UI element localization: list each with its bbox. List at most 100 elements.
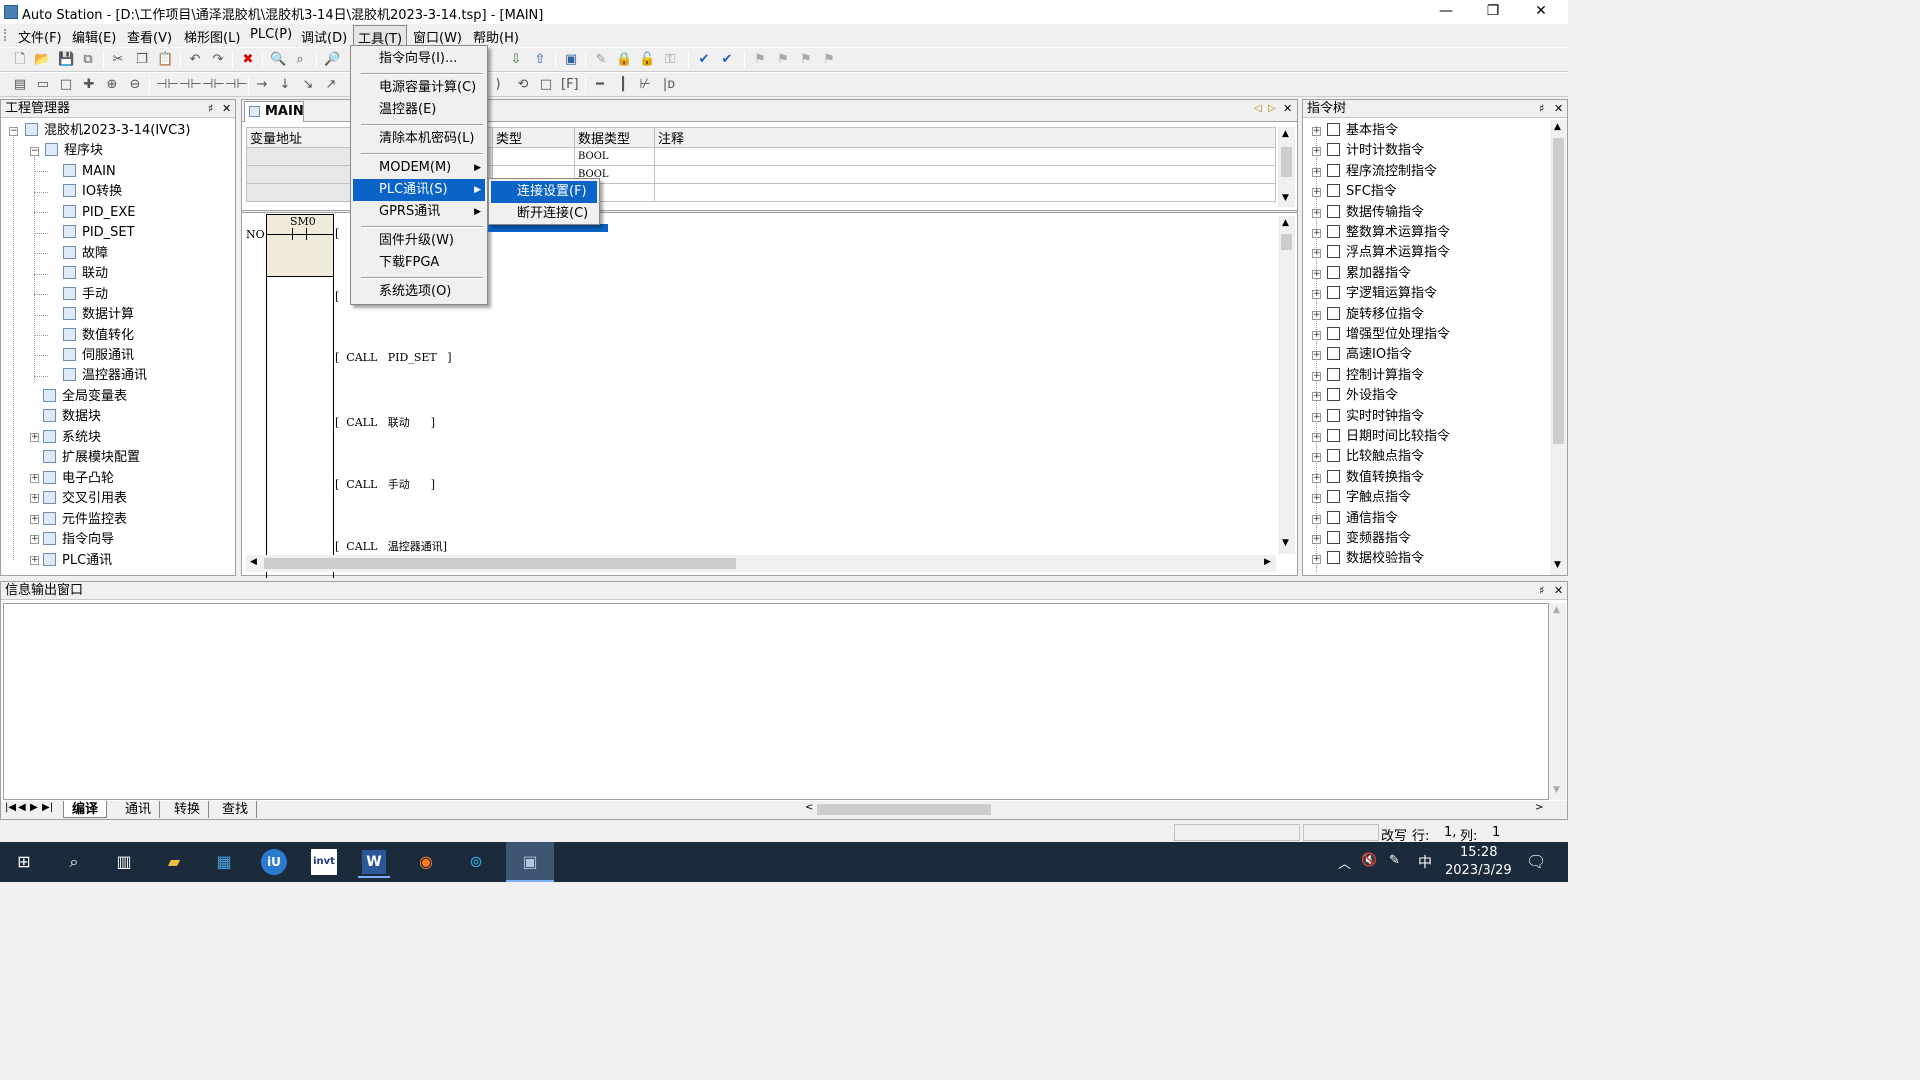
tree-item-servo-comm[interactable]: 伺服通讯 [63, 347, 134, 365]
force-icon[interactable]: ⚿ [662, 52, 678, 68]
branch-up-icon[interactable]: ↗ [323, 77, 339, 93]
ladder-view-icon[interactable]: ▤ [12, 77, 28, 93]
monitor-icon[interactable]: ▣ [563, 52, 579, 68]
instruction-list-icon[interactable]: ▭ [35, 77, 51, 93]
tab-scroll-left-icon[interactable]: ◁ [1254, 103, 1262, 114]
contact-pos-icon[interactable]: ⊣⊢ [202, 77, 225, 93]
tree-item-io[interactable]: IO转换 [63, 183, 122, 201]
tree-expand-toggle[interactable]: + [1312, 127, 1321, 136]
tree-system-block[interactable]: 系统块 [43, 429, 101, 447]
tab-compile[interactable]: 编译 [63, 801, 108, 818]
invt-app-icon[interactable]: iU [258, 846, 290, 878]
stop-icon[interactable]: ⚑ [775, 52, 791, 68]
ime-indicator[interactable]: 中 [1418, 852, 1432, 872]
copy-icon[interactable]: ❐ [134, 52, 150, 68]
upload-icon[interactable]: ⇧ [532, 52, 548, 68]
instr-tree-item[interactable]: 变频器指令 [1327, 530, 1411, 548]
output-horizontal-scrollbar[interactable]: < > [799, 801, 1551, 818]
tree-cam[interactable]: 电子凸轮 [43, 470, 114, 488]
menu-edit[interactable]: 编辑(E) [70, 27, 118, 46]
tab-close-icon[interactable]: ✕ [1283, 102, 1292, 115]
instr-tree-item[interactable]: 比较触点指令 [1327, 448, 1424, 466]
open-folder-icon[interactable]: 📂 [34, 52, 50, 68]
tab-main[interactable]: MAIN [244, 101, 304, 122]
hline-icon[interactable]: ━ [592, 77, 608, 93]
menu-item-clear-password[interactable]: 清除本机密码(L) [353, 128, 485, 150]
tree-global-vars[interactable]: 全局变量表 [43, 388, 127, 406]
tree-expand-toggle[interactable]: + [1312, 453, 1321, 463]
tree-item-temp-comm[interactable]: 温控器通讯 [63, 367, 147, 385]
tab-find[interactable]: 查找 [214, 801, 258, 818]
save-icon[interactable]: 💾 [58, 52, 74, 68]
menu-item-connection-settings[interactable]: 连接设置(F) [491, 181, 597, 203]
vline-icon[interactable]: ┃ [615, 77, 631, 93]
call-instruction[interactable]: [ CALL 温控器通讯] [335, 538, 447, 554]
tree-expand-toggle[interactable]: + [1312, 167, 1321, 177]
calculator-icon[interactable]: ▦ [208, 846, 240, 878]
tree-expand-toggle[interactable]: + [1312, 249, 1321, 259]
new-file-icon[interactable]: 🗋 [12, 52, 28, 68]
tree-item-main[interactable]: MAIN [63, 163, 116, 181]
menu-plc[interactable]: PLC(P) [248, 27, 294, 42]
clock-time[interactable]: 15:28 [1460, 845, 1497, 860]
instr-tree-item[interactable]: 数值转换指令 [1327, 469, 1424, 487]
line-right-icon[interactable]: → [254, 77, 270, 93]
edit-pencil-icon[interactable]: ✎ [593, 52, 609, 68]
tree-expand-toggle[interactable]: + [30, 515, 39, 524]
tree-monitor-table[interactable]: 元件监控表 [43, 511, 127, 529]
tree-expand-toggle[interactable]: + [1312, 147, 1321, 157]
browser-icon[interactable]: ⊚ [460, 846, 492, 878]
instr-tree-item[interactable]: 外设指令 [1327, 387, 1398, 405]
call-instruction[interactable]: [ CALL 联动 ] [335, 414, 435, 430]
tree-item-pid-exe[interactable]: PID_EXE [63, 204, 136, 222]
close-button[interactable]: ✕ [1518, 0, 1564, 24]
menu-help[interactable]: 帮助(H) [471, 27, 521, 46]
tree-item-linkage[interactable]: 联动 [63, 265, 108, 283]
step-icon[interactable]: ⚑ [798, 52, 814, 68]
unlock-icon[interactable]: 🔓 [639, 52, 655, 68]
pin-icon[interactable]: ♯ [1539, 100, 1544, 118]
tree-item-pid-set[interactable]: PID_SET [63, 224, 135, 242]
tree-expand-toggle[interactable]: + [1312, 269, 1321, 279]
tree-data-block[interactable]: 数据块 [43, 408, 101, 426]
tab-convert[interactable]: 转换 [166, 801, 210, 818]
instr-tree-item[interactable]: 实时时钟指令 [1327, 408, 1424, 426]
volume-mute-icon[interactable]: 🔇 [1361, 853, 1377, 868]
tree-expand-toggle[interactable]: + [30, 494, 39, 503]
pen-icon[interactable]: ✎ [1389, 853, 1400, 868]
tab-next-icon[interactable]: ▶ [30, 802, 38, 813]
menu-debug[interactable]: 调试(D) [299, 27, 349, 46]
menu-item-temp-controller[interactable]: 温控器(E) [353, 99, 485, 121]
download-icon[interactable]: ⇩ [508, 52, 524, 68]
menu-item-instr-wizard[interactable]: 指令向导(I)... [353, 48, 485, 70]
menu-ladder[interactable]: 梯形图(L) [182, 27, 242, 46]
menu-window[interactable]: 窗口(W) [411, 27, 464, 46]
tree-expand-toggle[interactable]: + [30, 556, 39, 565]
run-icon[interactable]: ⚑ [752, 52, 768, 68]
instr-tree-item[interactable]: 数据传输指令 [1327, 204, 1424, 222]
replace-icon[interactable]: ⌕ [292, 52, 308, 68]
tray-expand-icon[interactable]: ︿ [1338, 853, 1351, 872]
tab-scroll-right-icon[interactable]: ▷ [1268, 103, 1276, 114]
menu-item-download-fpga[interactable]: 下载FPGA [353, 252, 485, 274]
panel-close-icon[interactable]: ✕ [1554, 100, 1563, 118]
undo-icon[interactable]: ↶ [187, 52, 203, 68]
tree-instr-wizard[interactable]: 指令向导 [43, 531, 114, 549]
menu-item-modem[interactable]: MODEM(M) ▶ [353, 157, 485, 179]
coil-icon[interactable]: ) [490, 77, 506, 93]
invt-logo-icon[interactable]: invt [308, 846, 340, 878]
instr-tree-item[interactable]: 控制计算指令 [1327, 367, 1424, 385]
tree-item-data-calc[interactable]: 数据计算 [63, 306, 134, 324]
output-text-area[interactable] [3, 603, 1549, 800]
tree-expand-toggle[interactable]: + [1312, 208, 1321, 218]
tree-program-block[interactable]: 程序块 [45, 142, 103, 160]
instr-tree-item[interactable]: 高速IO指令 [1327, 346, 1412, 364]
instr-tree-item[interactable]: 浮点算术运算指令 [1327, 244, 1450, 262]
var-table-scrollbar[interactable]: ▲ ▼ [1278, 127, 1295, 207]
block-icon[interactable]: □ [58, 77, 74, 93]
function-icon[interactable]: [F] [561, 77, 579, 93]
instr-tree-item[interactable]: 日期时间比较指令 [1327, 428, 1450, 446]
paste-icon[interactable]: 📋 [157, 52, 173, 68]
line-down-icon[interactable]: ↓ [277, 77, 293, 93]
instr-tree-item[interactable]: 累加器指令 [1327, 265, 1411, 283]
